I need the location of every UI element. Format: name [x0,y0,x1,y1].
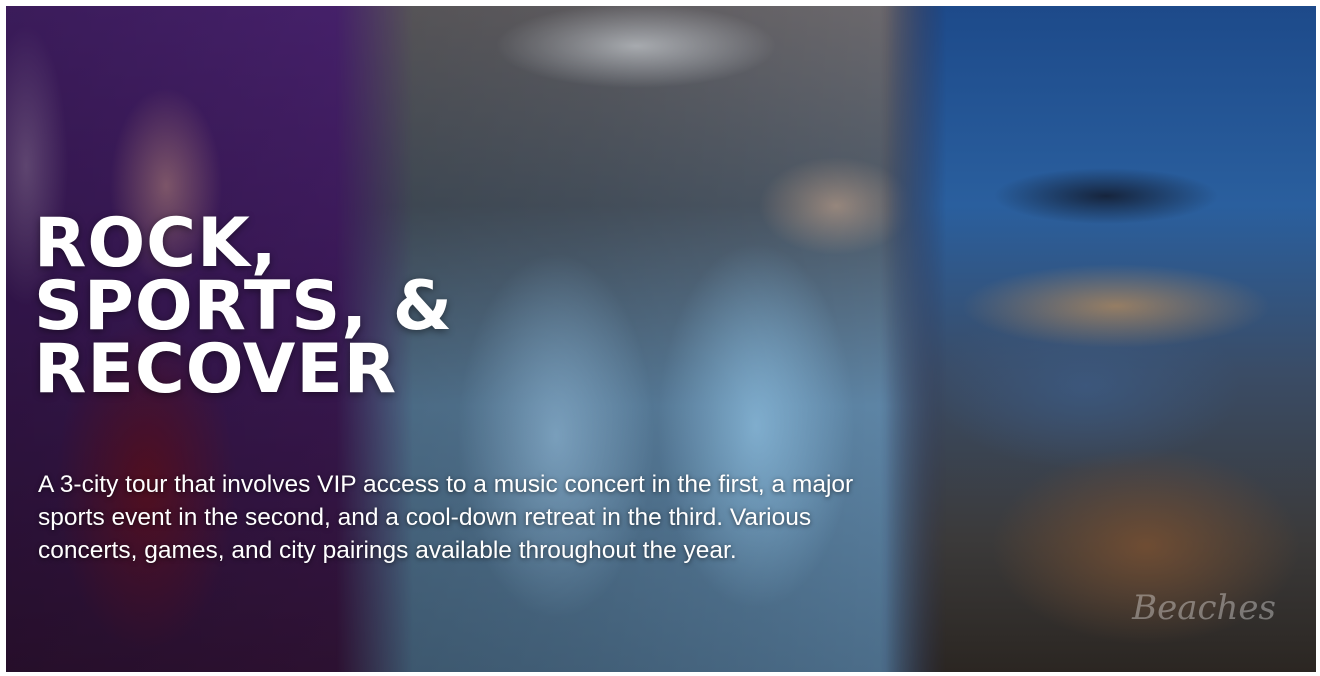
hero-description: A 3-city tour that involves VIP access t… [38,471,854,564]
headline-line-3: RECOVER [34,330,398,409]
photo-watermark: Beaches [1132,588,1276,628]
hero-headline: ROCK, SPORTS, & RECOVER [34,204,454,409]
headline-line-1: ROCK, [34,204,278,283]
headline-line-2: SPORTS, & [34,267,454,346]
hero-banner: ROCK, SPORTS, & RECOVER A 3-city tour th… [6,6,1316,672]
